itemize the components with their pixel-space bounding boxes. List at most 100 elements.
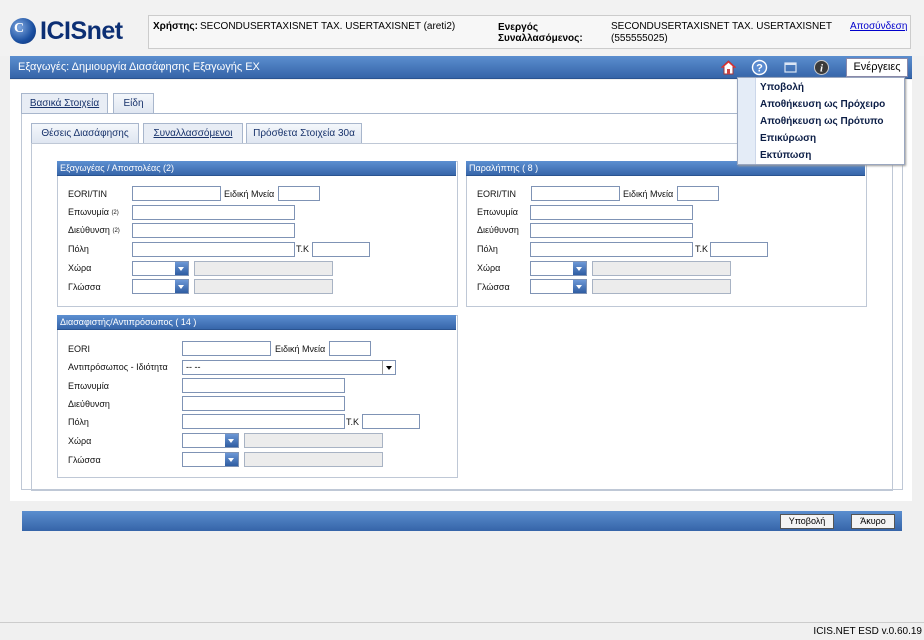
active-label-1: Ενεργός bbox=[498, 22, 539, 33]
logo-text: ICISnet bbox=[40, 17, 123, 45]
active-value-2: (555555025) bbox=[611, 33, 668, 44]
consignee-address-label: Διεύθυνση bbox=[477, 225, 519, 235]
declarant-special-label: Ειδική Μνεία bbox=[275, 344, 326, 354]
menu-item-validate[interactable]: Επικύρωση bbox=[760, 133, 816, 144]
consignee-country-select[interactable] bbox=[530, 261, 587, 276]
page-title: Εξαγωγές: Δημιουργία Διασάφησης Εξαγωγής… bbox=[18, 61, 260, 73]
declarant-language-label: Γλώσσα bbox=[68, 455, 101, 465]
logo-letter: C bbox=[14, 21, 25, 36]
exporter-eori-input[interactable] bbox=[132, 186, 221, 201]
declarant-zip-label: Τ.Κ bbox=[346, 417, 360, 427]
declarant-name-input[interactable] bbox=[182, 378, 345, 393]
declarant-address-input[interactable] bbox=[182, 396, 345, 411]
declarant-rep-value: -- -- bbox=[186, 362, 201, 372]
declarant-special-input[interactable] bbox=[329, 341, 371, 356]
tab-basic-info[interactable]: Βασικά Στοιχεία bbox=[21, 93, 108, 113]
submit-button[interactable]: Υποβολή bbox=[780, 514, 834, 529]
exporter-zip-label: Τ.Κ bbox=[296, 244, 310, 254]
exporter-city-input[interactable] bbox=[132, 242, 295, 257]
consignee-country-desc bbox=[592, 261, 731, 276]
exporter-address-label: Διεύθυνση (2) bbox=[68, 225, 120, 235]
menu-item-save-draft[interactable]: Αποθήκευση ως Πρόχειρο bbox=[760, 99, 885, 110]
declarant-name-label: Επωνυμία bbox=[68, 381, 109, 391]
title-bar: Εξαγωγές: Δημιουργία Διασάφησης Εξαγωγής… bbox=[10, 56, 912, 79]
actions-button[interactable]: Ενέργειες bbox=[846, 58, 908, 77]
consignee-eori-label: EORI/TIN bbox=[477, 189, 517, 199]
active-value-1: SECONDUSERTAXISNET TAX. USERTAXISNET bbox=[611, 21, 832, 32]
exporter-address-input[interactable] bbox=[132, 223, 295, 238]
declarant-city-label: Πόλη bbox=[68, 417, 89, 427]
declarant-rep-select[interactable]: -- -- bbox=[182, 360, 396, 375]
chevron-down-icon[interactable] bbox=[573, 280, 586, 293]
consignee-language-select[interactable] bbox=[530, 279, 587, 294]
tab-additional-30a[interactable]: Πρόσθετα Στοιχεία 30α bbox=[246, 123, 362, 143]
tab-declaration-positions[interactable]: Θέσεις Διασάφησης bbox=[31, 123, 139, 143]
consignee-name-input[interactable] bbox=[530, 205, 693, 220]
exporter-city-label: Πόλη bbox=[68, 244, 89, 254]
declarant-country-label: Χώρα bbox=[68, 436, 92, 446]
declarant-country-select[interactable] bbox=[182, 433, 239, 448]
app-logo: C ICISnet bbox=[10, 16, 130, 48]
cancel-button[interactable]: Άκυρο bbox=[851, 514, 895, 529]
info-icon[interactable]: i bbox=[813, 59, 830, 76]
consignee-zip-input[interactable] bbox=[710, 242, 768, 257]
exporter-zip-input[interactable] bbox=[312, 242, 370, 257]
active-label-2: Συναλλασόμενος: bbox=[498, 33, 583, 44]
home-icon[interactable] bbox=[720, 59, 737, 76]
consignee-country-label: Χώρα bbox=[477, 263, 501, 273]
consignee-language-desc bbox=[592, 279, 731, 294]
exporter-eori-label: EORI/TIN bbox=[68, 189, 108, 199]
consignee-special-label: Ειδική Μνεία bbox=[623, 189, 674, 199]
menu-item-submit[interactable]: Υποβολή bbox=[760, 82, 804, 93]
consignee-name-label: Επωνυμία bbox=[477, 207, 518, 217]
exporter-title: Εξαγωγέας / Αποστολέας (2) bbox=[57, 161, 456, 176]
exporter-special-input[interactable] bbox=[278, 186, 320, 201]
chevron-down-icon[interactable] bbox=[175, 262, 188, 275]
exporter-language-label: Γλώσσα bbox=[68, 282, 101, 292]
exporter-special-label: Ειδική Μνεία bbox=[224, 189, 275, 199]
declarant-country-desc bbox=[244, 433, 383, 448]
exporter-language-select[interactable] bbox=[132, 279, 189, 294]
consignee-special-input[interactable] bbox=[677, 186, 719, 201]
declarant-language-desc bbox=[244, 452, 383, 467]
menu-item-save-template[interactable]: Αποθήκευση ως Πρότυπο bbox=[760, 116, 884, 127]
bottom-bar: Υποβολή Άκυρο bbox=[22, 511, 902, 531]
chevron-down-icon[interactable] bbox=[382, 361, 395, 374]
declarant-address-label: Διεύθυνση bbox=[68, 399, 110, 409]
user-value: SECONDUSERTAXISNET TAX. USERTAXISNET (ar… bbox=[200, 21, 456, 32]
consignee-address-input[interactable] bbox=[530, 223, 693, 238]
logout-link[interactable]: Αποσύνδεση bbox=[850, 21, 907, 32]
declarant-zip-input[interactable] bbox=[362, 414, 420, 429]
menu-item-print[interactable]: Εκτύπωση bbox=[760, 150, 811, 161]
chevron-down-icon[interactable] bbox=[225, 434, 238, 447]
footer: ICIS.NET ESD v.0.60.19 bbox=[0, 622, 924, 640]
exporter-country-desc bbox=[194, 261, 333, 276]
consignee-language-label: Γλώσσα bbox=[477, 282, 510, 292]
tab-traders[interactable]: Συναλλασσόμενοι bbox=[143, 123, 243, 143]
chevron-down-icon[interactable] bbox=[225, 453, 238, 466]
help-icon[interactable]: ? bbox=[751, 59, 768, 76]
chevron-down-icon[interactable] bbox=[573, 262, 586, 275]
version-label: ICIS.NET ESD v.0.60.19 bbox=[813, 626, 922, 637]
tab-items[interactable]: Είδη bbox=[113, 93, 154, 113]
user-label: Χρήστης: bbox=[153, 21, 198, 32]
exporter-country-label: Χώρα bbox=[68, 263, 92, 273]
declarant-rep-label: Αντιπρόσωπος - Ιδιότητα bbox=[68, 362, 168, 372]
consignee-zip-label: Τ.Κ bbox=[695, 244, 709, 254]
declarant-eori-label: EORI bbox=[68, 344, 91, 354]
consignee-city-input[interactable] bbox=[530, 242, 693, 257]
svg-text:?: ? bbox=[756, 63, 763, 75]
declarant-eori-input[interactable] bbox=[182, 341, 271, 356]
consignee-city-label: Πόλη bbox=[477, 244, 498, 254]
user-info-box: Χρήστης: SECONDUSERTAXISNET TAX. USERTAX… bbox=[148, 15, 911, 49]
declarant-title: Διασαφιστής/Αντιπρόσωπος ( 14 ) bbox=[57, 315, 456, 330]
declarant-language-select[interactable] bbox=[182, 452, 239, 467]
window-icon[interactable] bbox=[782, 59, 799, 76]
exporter-country-select[interactable] bbox=[132, 261, 189, 276]
menu-strip bbox=[738, 78, 756, 164]
declarant-city-input[interactable] bbox=[182, 414, 345, 429]
exporter-language-desc bbox=[194, 279, 333, 294]
exporter-name-input[interactable] bbox=[132, 205, 295, 220]
consignee-eori-input[interactable] bbox=[531, 186, 620, 201]
chevron-down-icon[interactable] bbox=[175, 280, 188, 293]
